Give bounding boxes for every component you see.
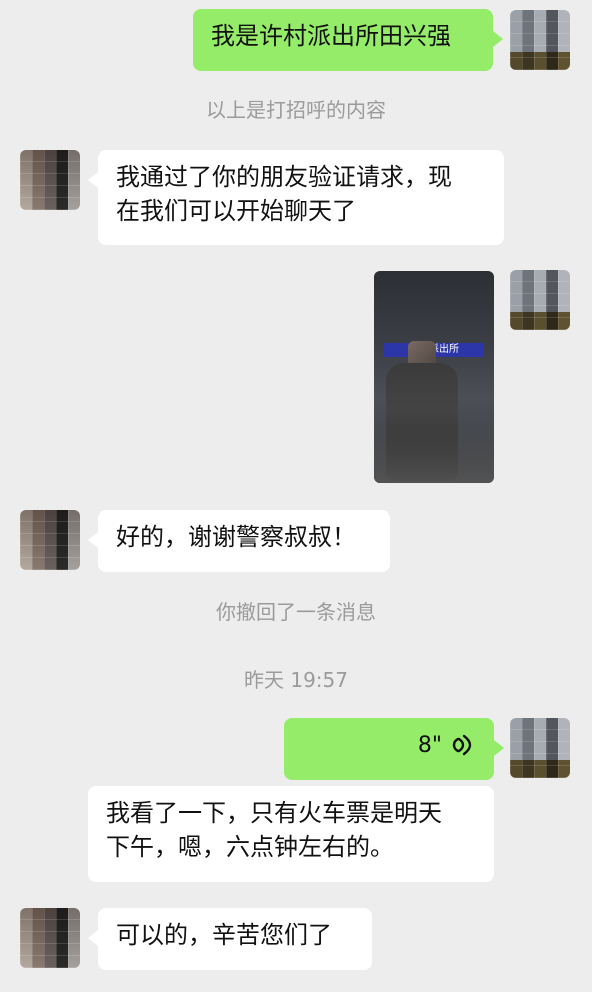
self-avatar[interactable] <box>510 718 570 778</box>
chat-window: 我是许村派出所田兴强 以上是打招呼的内容 我通过了你的朋友验证请求，现 在我们可… <box>0 0 592 992</box>
voice-duration: 8" <box>417 733 442 758</box>
contact-avatar[interactable] <box>20 908 80 968</box>
message-bubble[interactable]: 可以的，辛苦您们了 <box>88 908 372 970</box>
message-bubble[interactable]: 我看了一下，只有火车票是明天 下午，嗯，六点钟左右的。 <box>88 786 494 882</box>
contact-avatar[interactable] <box>20 150 80 210</box>
message-text-line: 我通过了你的朋友验证请求，现 <box>116 163 452 191</box>
message-bubble[interactable]: 好的，谢谢警察叔叔！ <box>88 510 390 572</box>
system-message: 你撤回了一条消息 <box>216 600 376 624</box>
self-avatar[interactable] <box>510 270 570 330</box>
system-message: 以上是打招呼的内容 <box>206 98 386 122</box>
message-image[interactable]: 许村派出所 <box>374 271 494 483</box>
message-text: 我是许村派出所田兴强 <box>211 22 451 50</box>
contact-avatar[interactable] <box>20 510 80 570</box>
image-floor <box>374 428 494 483</box>
message-bubble[interactable]: 我是许村派出所田兴强 <box>193 9 503 71</box>
message-text-line: 下午，嗯，六点钟左右的。 <box>106 833 394 861</box>
message-text: 可以的，辛苦您们了 <box>116 921 332 949</box>
message-text: 好的，谢谢警察叔叔！ <box>116 523 356 551</box>
message-bubble[interactable]: 我通过了你的朋友验证请求，现 在我们可以开始聊天了 <box>88 150 504 245</box>
voice-wave-icon <box>452 734 472 756</box>
message-text-line: 我看了一下，只有火车票是明天 <box>106 799 442 827</box>
timestamp: 昨天 19:57 <box>244 668 348 692</box>
voice-message-bubble[interactable]: 8" <box>284 718 504 780</box>
message-text-line: 在我们可以开始聊天了 <box>116 197 356 225</box>
self-avatar[interactable] <box>510 10 570 70</box>
